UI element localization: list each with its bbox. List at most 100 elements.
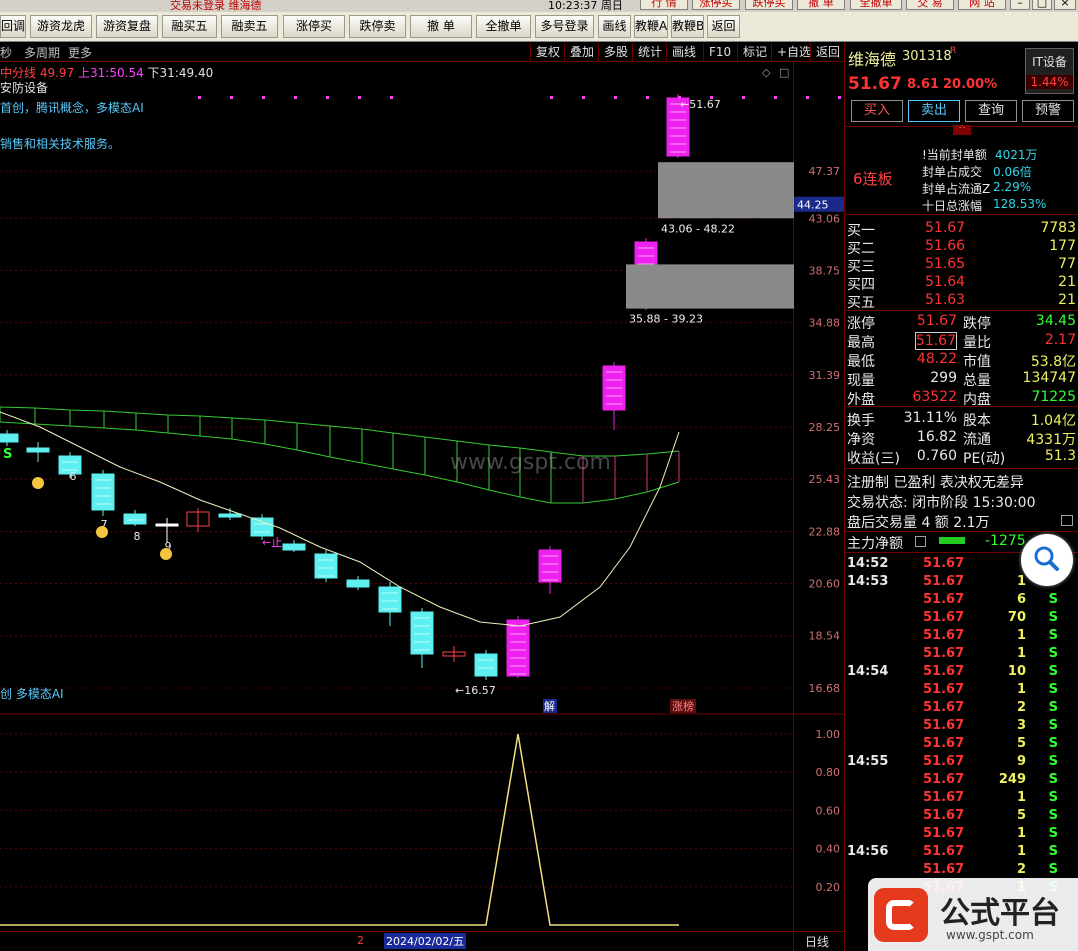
- cancel-order-top-button[interactable]: 撤 单: [797, 0, 845, 10]
- toolbar-button-limit-down-sell[interactable]: 跌停卖: [349, 15, 406, 38]
- candle-body: [346, 579, 370, 588]
- limit-up-buy-top-button[interactable]: 涨停买: [692, 0, 740, 10]
- tick-side: S: [1048, 826, 1058, 841]
- buy-level-price: 51.66: [925, 238, 966, 254]
- brand-logo-mark: [886, 900, 916, 930]
- stat-row: 最高 51.67 量比 2.17: [845, 332, 1078, 351]
- stat-key: 现量: [847, 373, 875, 389]
- tick-row: 51.67 249 S: [845, 772, 1078, 790]
- trade-top-button[interactable]: 交 易: [906, 0, 954, 10]
- candle-body: [474, 653, 498, 677]
- minimize-icon[interactable]: –: [1010, 0, 1030, 10]
- stat-value: 51.67: [916, 313, 957, 329]
- sell-button[interactable]: 卖出: [908, 100, 960, 122]
- buy-button[interactable]: 买入: [851, 100, 903, 122]
- buy-level-row: 买五 51.63 21: [845, 292, 1078, 311]
- buy-level-row: 买二 51.66 177: [845, 238, 1078, 257]
- tick-row: 51.67 5 S: [845, 736, 1078, 754]
- stat-row: 现量 299 总量 134747: [845, 370, 1078, 389]
- search-glyph: [1034, 546, 1059, 571]
- toolbar-button-pointer-a[interactable]: 教鞭A: [634, 15, 668, 38]
- flow-menu-icon[interactable]: [915, 536, 926, 547]
- stat-row: 换手 31.11% 股本 1.04亿: [845, 410, 1078, 429]
- query-button[interactable]: 查询: [965, 100, 1017, 122]
- website-top-button[interactable]: 网 站: [958, 0, 1006, 10]
- toolbar-button-hot-money-dragon[interactable]: 游资龙虎: [30, 15, 92, 38]
- brand-name: 公式平台: [940, 896, 1060, 931]
- tick-volume: 249: [998, 772, 1026, 787]
- buy-level-volume: 21: [1058, 274, 1076, 290]
- indicator-line: [0, 733, 679, 926]
- stat-row: 最低 48.22 市值 53.8亿: [845, 351, 1078, 370]
- stat-value: 299: [930, 370, 957, 386]
- last-price: 51.67: [848, 74, 902, 94]
- flow-bar: [939, 537, 965, 544]
- toolbar-button-draw[interactable]: 画线: [598, 15, 631, 38]
- tick-row: 51.67 6 S: [845, 592, 1078, 610]
- stat-key: 收益(三): [847, 451, 900, 467]
- buy-level-price: 51.63: [925, 292, 966, 308]
- toolbar-button-limit-up-buy[interactable]: 涨停买: [283, 15, 345, 38]
- quotes-button[interactable]: 行 情: [640, 0, 688, 10]
- tick-time: 14:53: [847, 574, 889, 589]
- signal-dot: [678, 96, 681, 99]
- search-icon[interactable]: [1021, 534, 1073, 586]
- toolbar-button-cancel[interactable]: 撤 单: [410, 15, 472, 38]
- tick-row: 51.67 5 S: [845, 808, 1078, 826]
- diamond-icon: ◇: [762, 66, 771, 79]
- sell-signal-marker: S: [3, 447, 12, 462]
- tick-volume: 5: [1016, 808, 1026, 823]
- bottom-note: 创 多模态AI: [0, 687, 64, 701]
- toolbar-button-margin-sell5[interactable]: 融卖五: [221, 15, 278, 38]
- buy-level-label: 买五: [847, 295, 875, 311]
- tick-row: 51.67 1 S: [845, 790, 1078, 808]
- candle-body: [155, 523, 179, 527]
- square-icon: □: [779, 66, 789, 79]
- tick-price: 51.67: [923, 772, 965, 787]
- close-icon[interactable]: ×: [1054, 0, 1076, 10]
- price-tick-label: 28.25: [809, 421, 841, 434]
- day-label: 8: [134, 530, 141, 543]
- tick-side: S: [1048, 736, 1058, 751]
- stat-key-2: 总量: [963, 373, 991, 389]
- period-label[interactable]: 日线: [805, 933, 829, 950]
- tick-side: S: [1048, 844, 1058, 859]
- candle-body: [378, 586, 402, 613]
- price-tick-label: 16.68: [809, 682, 841, 695]
- buy-level-volume: 77: [1058, 256, 1076, 272]
- tick-volume: 9: [1016, 754, 1026, 769]
- toolbar-button-pointer-b[interactable]: 教鞭B: [671, 15, 704, 38]
- main-toolbar: 回调 游资龙虎 游资复盘 融买五 融卖五 涨停买 跌停卖 撤 单 全撤单 多号登…: [0, 12, 1078, 42]
- sector-box[interactable]: IT设备 1.44%: [1025, 48, 1074, 94]
- price-tick-label: 38.75: [809, 264, 841, 277]
- toolbar-button-callback[interactable]: 回调: [0, 15, 26, 38]
- kline-svg: 47.37 43.06 38.75 34.88 31.39 28.25 25.43 22.88…: [0, 66, 845, 926]
- divider: [845, 214, 1078, 215]
- gap-zone: [626, 264, 794, 309]
- stat-key-2: 量比: [963, 335, 991, 351]
- price-tick-label: 47.37: [809, 165, 841, 178]
- kline-chart-panel[interactable]: 秒 多周期 更多 复权 叠加 多股 统计 画线 F10 标记 +自选 返回 中分…: [0, 42, 845, 951]
- buy-level-volume: 7783: [1040, 220, 1076, 236]
- toolbar-button-cancel-all[interactable]: 全撤单: [476, 15, 531, 38]
- limit-down-buy-top-button[interactable]: 跌停买: [745, 0, 793, 10]
- alert-button[interactable]: 预警: [1022, 100, 1074, 122]
- listing-info: 注册制 已盈利 表决权无差异: [847, 475, 1024, 491]
- gap-label: 43.06 - 48.22: [661, 222, 735, 235]
- toolbar-button-back[interactable]: 返回: [707, 15, 740, 38]
- stock-code: 301318: [902, 49, 952, 64]
- restore-icon[interactable]: □: [1032, 0, 1052, 10]
- expand-icon[interactable]: [1061, 515, 1073, 526]
- toolbar-button-hot-money-review[interactable]: 游资复盘: [96, 15, 158, 38]
- cancel-all-top-button[interactable]: 全撤单: [850, 0, 902, 10]
- stat-value-2: 1.04亿: [1030, 413, 1076, 429]
- toolbar-button-multi-login[interactable]: 多号登录: [535, 15, 594, 38]
- toolbar-button-margin-buy5[interactable]: 融买五: [162, 15, 217, 38]
- divider: [845, 406, 1078, 407]
- stat-value-2: 2.17: [1044, 332, 1076, 348]
- gap-zone: [658, 162, 794, 219]
- price-percent: 20.00%: [943, 77, 998, 92]
- tick-time: 14:52: [847, 556, 889, 571]
- chart-bottom-bar: 2 2024/02/02/五 日线: [0, 931, 845, 951]
- tick-volume: 1: [1016, 844, 1026, 859]
